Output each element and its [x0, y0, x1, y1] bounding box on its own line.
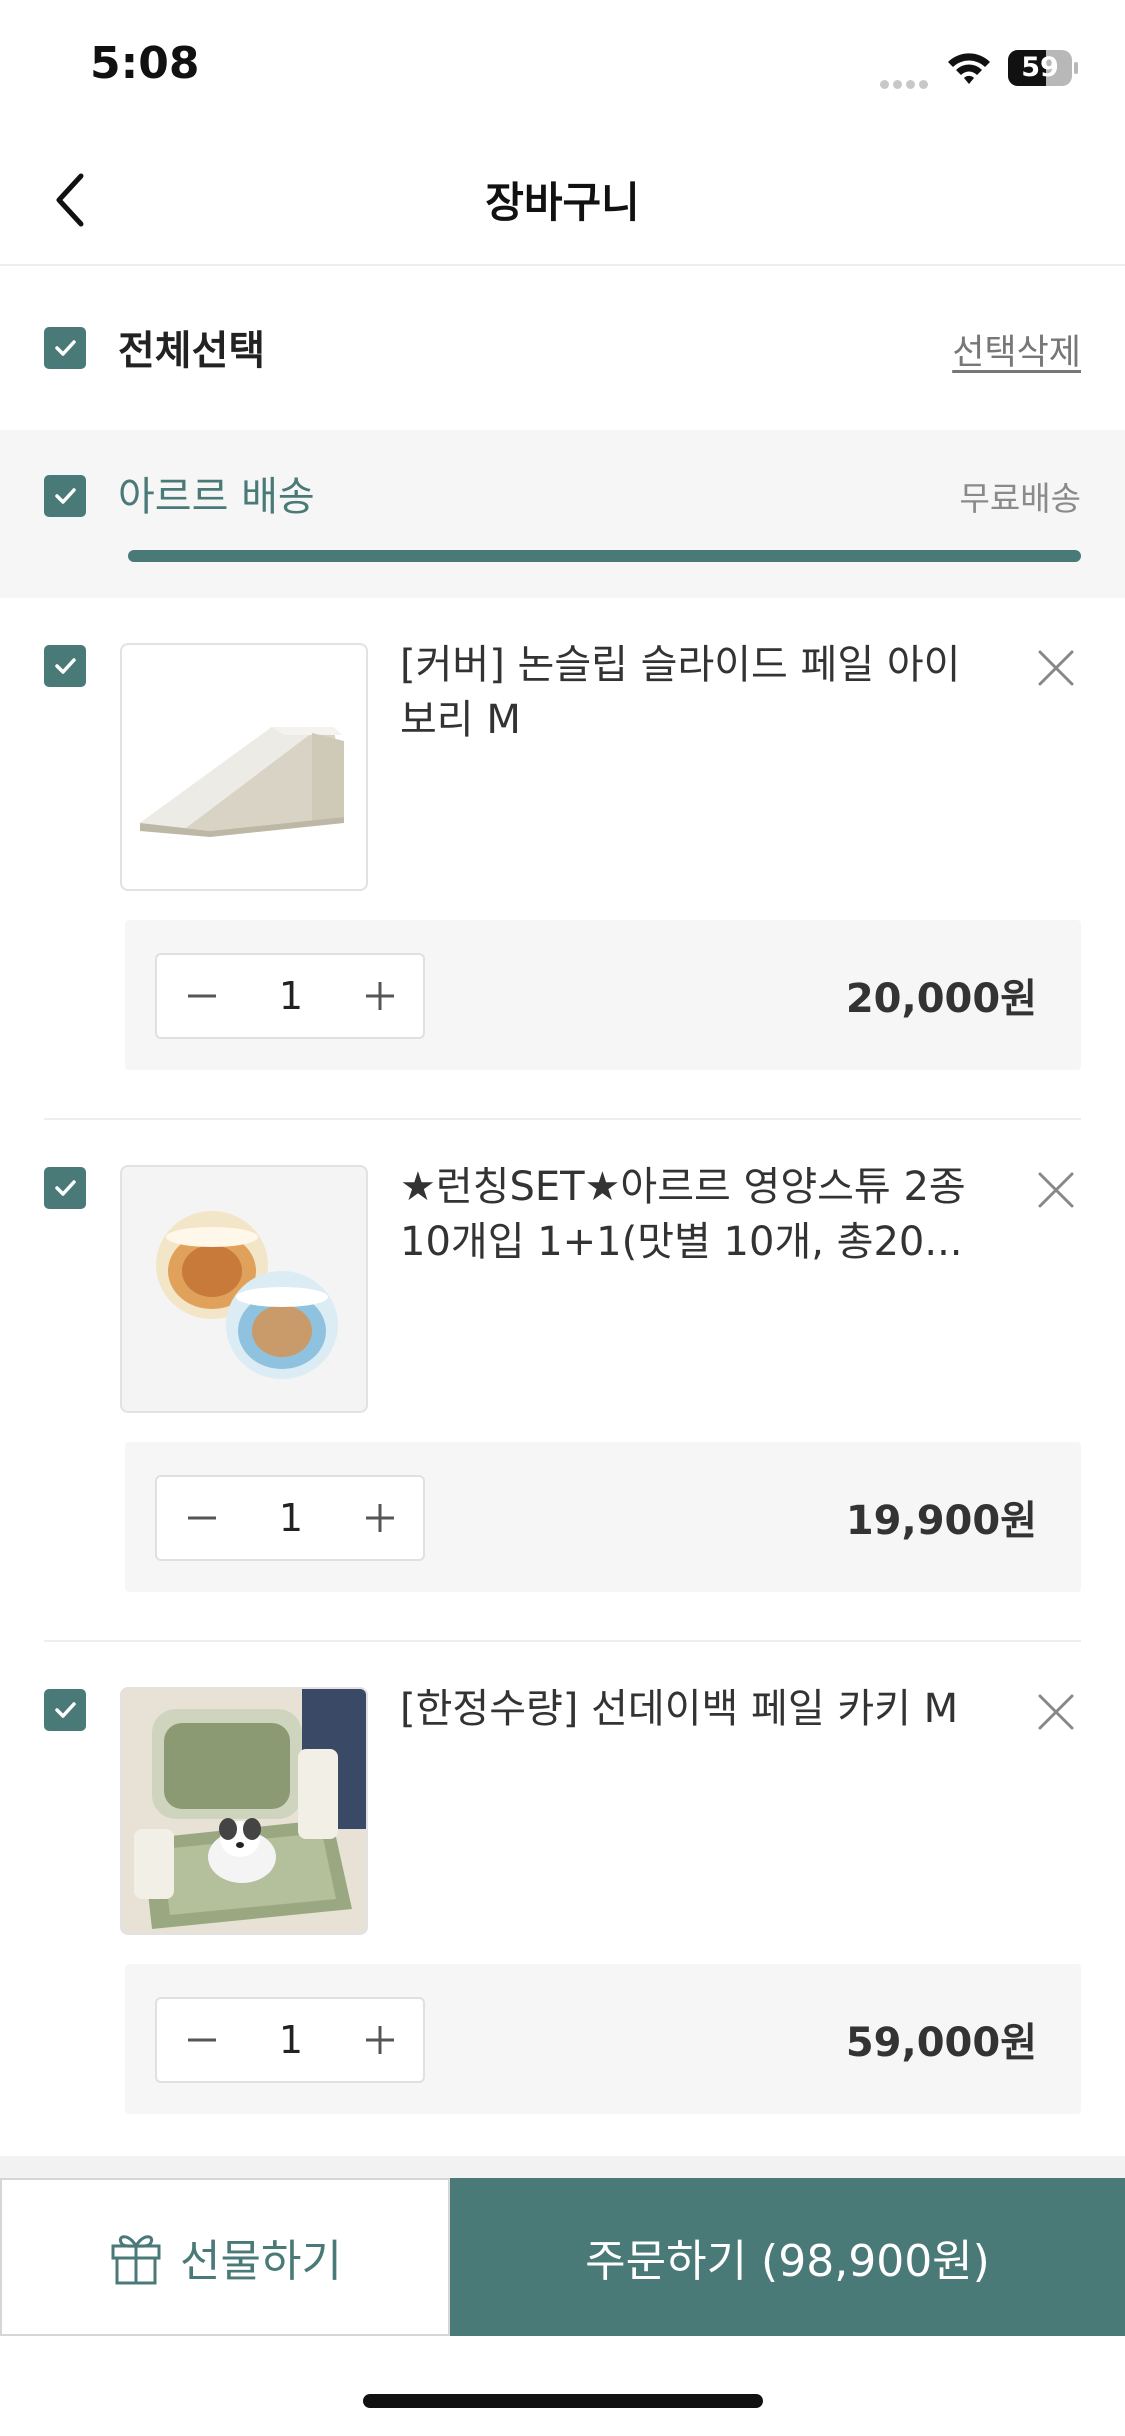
item-checkbox[interactable] — [44, 645, 86, 687]
nav-bar: 장바구니 — [0, 140, 1125, 266]
page-title: 장바구니 — [485, 178, 640, 227]
increase-quantity-button[interactable] — [335, 955, 425, 1037]
gift-button[interactable]: 선물하기 — [0, 2178, 450, 2336]
item-checkbox[interactable] — [44, 1689, 86, 1731]
free-shipping-badge: 무료배송 — [959, 479, 1081, 518]
checkmark-icon — [55, 1702, 76, 1718]
status-bar: 5:08 59 — [0, 0, 1125, 140]
item-price: 20,000원 — [845, 976, 1037, 1022]
gift-icon — [111, 2235, 161, 2285]
gift-button-label: 선물하기 — [180, 2236, 342, 2287]
decrease-quantity-button[interactable] — [157, 1477, 247, 1559]
select-all-row: 전체선택 선택삭제 — [0, 268, 1125, 430]
home-indicator — [363, 2394, 763, 2408]
shipping-group-checkbox[interactable] — [44, 475, 86, 517]
product-image[interactable] — [120, 1165, 368, 1413]
back-button[interactable] — [34, 160, 104, 240]
item-controls: 1 59,000원 — [125, 1964, 1081, 2114]
minus-icon — [188, 2038, 216, 2042]
quantity-stepper: 1 — [155, 1997, 425, 2083]
shipping-group-header: 아르르 배송 무료배송 — [0, 430, 1125, 598]
product-name[interactable]: [커버] 논슬립 슬라이드 페일 아이보리 M — [400, 638, 990, 748]
decrease-quantity-button[interactable] — [157, 1999, 247, 2081]
cart-item: [커버] 논슬립 슬라이드 페일 아이보리 M 1 20,000원 — [0, 598, 1125, 1120]
free-shipping-progress-fill — [128, 550, 1081, 562]
select-all-checkbox[interactable] — [44, 327, 86, 369]
select-all-label[interactable]: 전체선택 — [118, 318, 265, 376]
plus-icon — [366, 982, 394, 1010]
product-image[interactable] — [120, 643, 368, 891]
quantity-stepper: 1 — [155, 953, 425, 1039]
wifi-icon — [948, 53, 990, 84]
quantity-stepper: 1 — [155, 1475, 425, 1561]
checkmark-icon — [55, 340, 76, 356]
product-name[interactable]: [한정수량] 선데이백 페일 카키 M — [400, 1682, 990, 1792]
minus-icon — [188, 994, 216, 998]
bottom-spacer — [0, 2156, 1125, 2178]
bottom-action-bar: 선물하기 주문하기 (98,900원) — [0, 2178, 1125, 2336]
quantity-value: 1 — [278, 2018, 304, 2062]
plus-icon — [366, 2026, 394, 2054]
increase-quantity-button[interactable] — [335, 1999, 425, 2081]
item-controls: 1 20,000원 — [125, 920, 1081, 1070]
order-button[interactable]: 주문하기 (98,900원) — [450, 2178, 1125, 2336]
order-button-label: 주문하기 (98,900원) — [585, 2236, 990, 2287]
remove-item-button[interactable] — [1030, 642, 1082, 694]
close-icon — [1038, 1694, 1074, 1730]
close-icon — [1038, 650, 1074, 686]
close-icon — [1038, 1172, 1074, 1208]
item-price: 59,000원 — [845, 2020, 1037, 2066]
shipping-group-label: 아르르 배송 — [118, 474, 315, 520]
cart-item: ★런칭SET★아르르 영양스튜 2종 10개입 1+1(맛별 10개, 총20.… — [0, 1120, 1125, 1642]
chevron-left-icon — [56, 173, 84, 227]
item-checkbox[interactable] — [44, 1167, 86, 1209]
checkmark-icon — [55, 658, 76, 674]
cellular-signal-icon — [880, 74, 932, 89]
decrease-quantity-button[interactable] — [157, 955, 247, 1037]
cart-item: [한정수량] 선데이백 페일 카키 M 1 59,000원 — [0, 1642, 1125, 2164]
checkmark-icon — [55, 1180, 76, 1196]
increase-quantity-button[interactable] — [335, 1477, 425, 1559]
battery-icon: 59 — [1008, 50, 1078, 86]
free-shipping-progress — [128, 550, 1081, 562]
status-time: 5:08 — [90, 38, 200, 89]
battery-level: 59 — [1021, 52, 1059, 83]
checkmark-icon — [55, 488, 76, 504]
item-price: 19,900원 — [845, 1498, 1037, 1544]
minus-icon — [188, 1516, 216, 1520]
product-name[interactable]: ★런칭SET★아르르 영양스튜 2종 10개입 1+1(맛별 10개, 총20.… — [400, 1160, 990, 1270]
item-controls: 1 19,900원 — [125, 1442, 1081, 1592]
product-image[interactable] — [120, 1687, 368, 1935]
plus-icon — [366, 1504, 394, 1532]
remove-item-button[interactable] — [1030, 1164, 1082, 1216]
remove-item-button[interactable] — [1030, 1686, 1082, 1738]
quantity-value: 1 — [278, 1496, 304, 1540]
delete-selected-button[interactable]: 선택삭제 — [952, 324, 1081, 375]
quantity-value: 1 — [278, 974, 304, 1018]
